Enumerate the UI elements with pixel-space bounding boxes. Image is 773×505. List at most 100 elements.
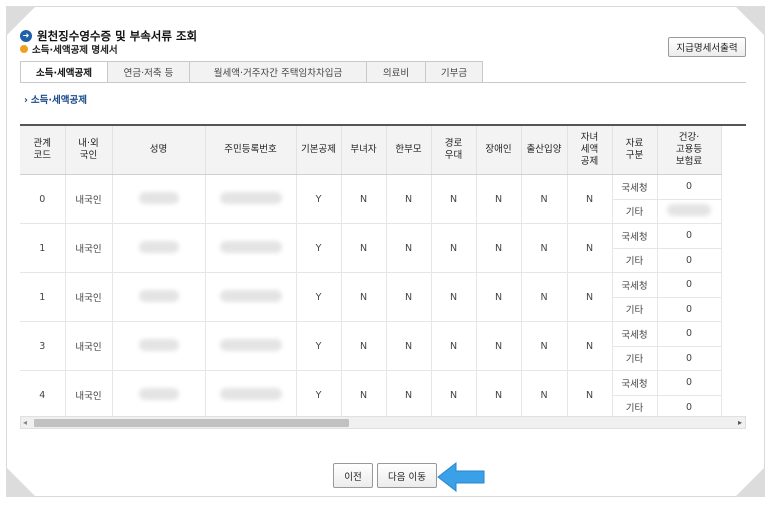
cell-elderly: N: [431, 272, 477, 322]
cell-basic-deduction: Y: [296, 321, 342, 371]
tab-medical[interactable]: 의료비: [367, 61, 426, 83]
tab-income-deduction[interactable]: 소득·세액공제: [20, 61, 108, 83]
horizontal-scrollbar[interactable]: ◂ ▸: [20, 416, 746, 429]
col-relation-code: 관계 코드: [20, 126, 66, 175]
cell-nationality: 내국인: [65, 272, 113, 322]
cell-rrn: [205, 321, 297, 371]
cell-relation-code: 1: [20, 272, 66, 322]
cell-name: [112, 223, 206, 273]
cell-rrn: [205, 370, 297, 418]
redacted-value: [219, 338, 282, 351]
cell-source-type: 기타: [612, 395, 658, 418]
cell-single-parent: N: [386, 321, 432, 371]
cell-elderly: N: [431, 370, 477, 418]
cell-disabled: N: [476, 223, 522, 273]
cell-source-type: 기타: [612, 346, 658, 371]
cell-birth-adoption: N: [521, 174, 568, 224]
cell-birth-adoption: N: [521, 321, 568, 371]
cell-disabled: N: [476, 370, 522, 418]
cell-nationality: 내국인: [65, 223, 113, 273]
page-subtitle-row: 소득·세액공제 명세서: [20, 42, 118, 56]
cell-insurance: [657, 199, 722, 224]
cell-elderly: N: [431, 223, 477, 273]
deduction-table-viewport: 관계 코드 내·외 국인 성명 주민등록번호 기본공제 부녀자 한부모 경로 우대 장…: [20, 124, 746, 418]
cell-female-head: N: [341, 174, 387, 224]
next-button[interactable]: 다음 이동: [377, 463, 437, 488]
chevron-right-icon: ›: [24, 95, 28, 106]
prev-button[interactable]: 이전: [333, 463, 373, 488]
redacted-value: [138, 289, 179, 302]
cell-source-type: 기타: [612, 248, 658, 273]
table-row: 0 내국인 Y N N N N N N 국세청 0: [20, 174, 722, 224]
cell-elderly: N: [431, 321, 477, 371]
cell-basic-deduction: Y: [296, 370, 342, 418]
cell-elderly: N: [431, 174, 477, 224]
cell-basic-deduction: Y: [296, 272, 342, 322]
col-source-type: 자료 구분: [612, 126, 658, 175]
cell-nationality: 내국인: [65, 370, 113, 418]
cell-insurance: 0: [657, 395, 722, 418]
cell-single-parent: N: [386, 174, 432, 224]
col-nationality: 내·외 국인: [65, 126, 113, 175]
col-insurance: 건강· 고용등 보험료: [657, 126, 722, 175]
print-statement-button[interactable]: 지급명세서출력: [668, 37, 746, 57]
cell-source-type: 기타: [612, 297, 658, 322]
cell-single-parent: N: [386, 272, 432, 322]
scroll-right-arrow-icon[interactable]: ▸: [738, 418, 742, 427]
cell-child-tax-credit: N: [567, 272, 613, 322]
redacted-value: [138, 240, 179, 253]
col-elderly: 경로 우대: [431, 126, 477, 175]
table-row: 4 내국인 Y N N N N N N 국세청 0: [20, 370, 722, 418]
cell-insurance: 0: [657, 297, 722, 322]
cell-source-type: 국세청: [612, 370, 658, 396]
cell-name: [112, 370, 206, 418]
cell-female-head: N: [341, 321, 387, 371]
cell-rrn: [205, 272, 297, 322]
redacted-value: [138, 387, 179, 400]
bullet-icon: [20, 45, 28, 53]
cell-nationality: 내국인: [65, 321, 113, 371]
cell-insurance: 0: [657, 272, 722, 298]
cell-insurance: 0: [657, 248, 722, 273]
redacted-value: [219, 191, 282, 204]
table-row: 1 내국인 Y N N N N N N 국세청 0: [20, 223, 722, 273]
cell-basic-deduction: Y: [296, 174, 342, 224]
cell-name: [112, 272, 206, 322]
cell-rrn: [205, 223, 297, 273]
cell-birth-adoption: N: [521, 272, 568, 322]
cell-source-type: 국세청: [612, 321, 658, 347]
corner-decoration: [735, 6, 765, 36]
cell-nationality: 내국인: [65, 174, 113, 224]
tab-bar: 소득·세액공제 연금·저축 등 월세액·거주자간 주택임차차입금 의료비 기부금: [20, 61, 483, 83]
cell-relation-code: 0: [20, 174, 66, 224]
cell-source-type: 기타: [612, 199, 658, 224]
table-row: 1 내국인 Y N N N N N N 국세청 0: [20, 272, 722, 322]
page-subtitle: 소득·세액공제 명세서: [32, 45, 118, 56]
section-heading-text: 소득·세액공제: [30, 95, 87, 106]
tab-rent-housing-loan[interactable]: 월세액·거주자간 주택임차차입금: [190, 61, 367, 83]
cell-basic-deduction: Y: [296, 223, 342, 273]
col-female-head: 부녀자: [341, 126, 387, 175]
cell-insurance: 0: [657, 370, 722, 396]
redacted-value: [219, 289, 282, 302]
cell-source-type: 국세청: [612, 223, 658, 249]
cell-source-type: 국세청: [612, 272, 658, 298]
tab-pension-savings[interactable]: 연금·저축 등: [108, 61, 190, 83]
scrollbar-thumb[interactable]: [34, 419, 349, 427]
redacted-value: [219, 387, 282, 400]
col-birth-adoption: 출산입양: [521, 126, 568, 175]
deduction-table: 관계 코드 내·외 국인 성명 주민등록번호 기본공제 부녀자 한부모 경로 우대 장…: [20, 126, 722, 418]
cell-birth-adoption: N: [521, 223, 568, 273]
cell-rrn: [205, 174, 297, 224]
tab-donation[interactable]: 기부금: [426, 61, 483, 83]
cell-relation-code: 4: [20, 370, 66, 418]
scroll-left-arrow-icon[interactable]: ◂: [23, 418, 27, 427]
corner-decoration: [6, 467, 36, 497]
arrow-circle-icon: ➜: [20, 30, 32, 42]
cell-female-head: N: [341, 272, 387, 322]
col-disabled: 장애인: [476, 126, 522, 175]
cell-disabled: N: [476, 174, 522, 224]
cell-child-tax-credit: N: [567, 223, 613, 273]
col-child-tax-credit: 자녀 세액 공제: [567, 126, 613, 175]
table-row: 3 내국인 Y N N N N N N 국세청 0: [20, 321, 722, 371]
